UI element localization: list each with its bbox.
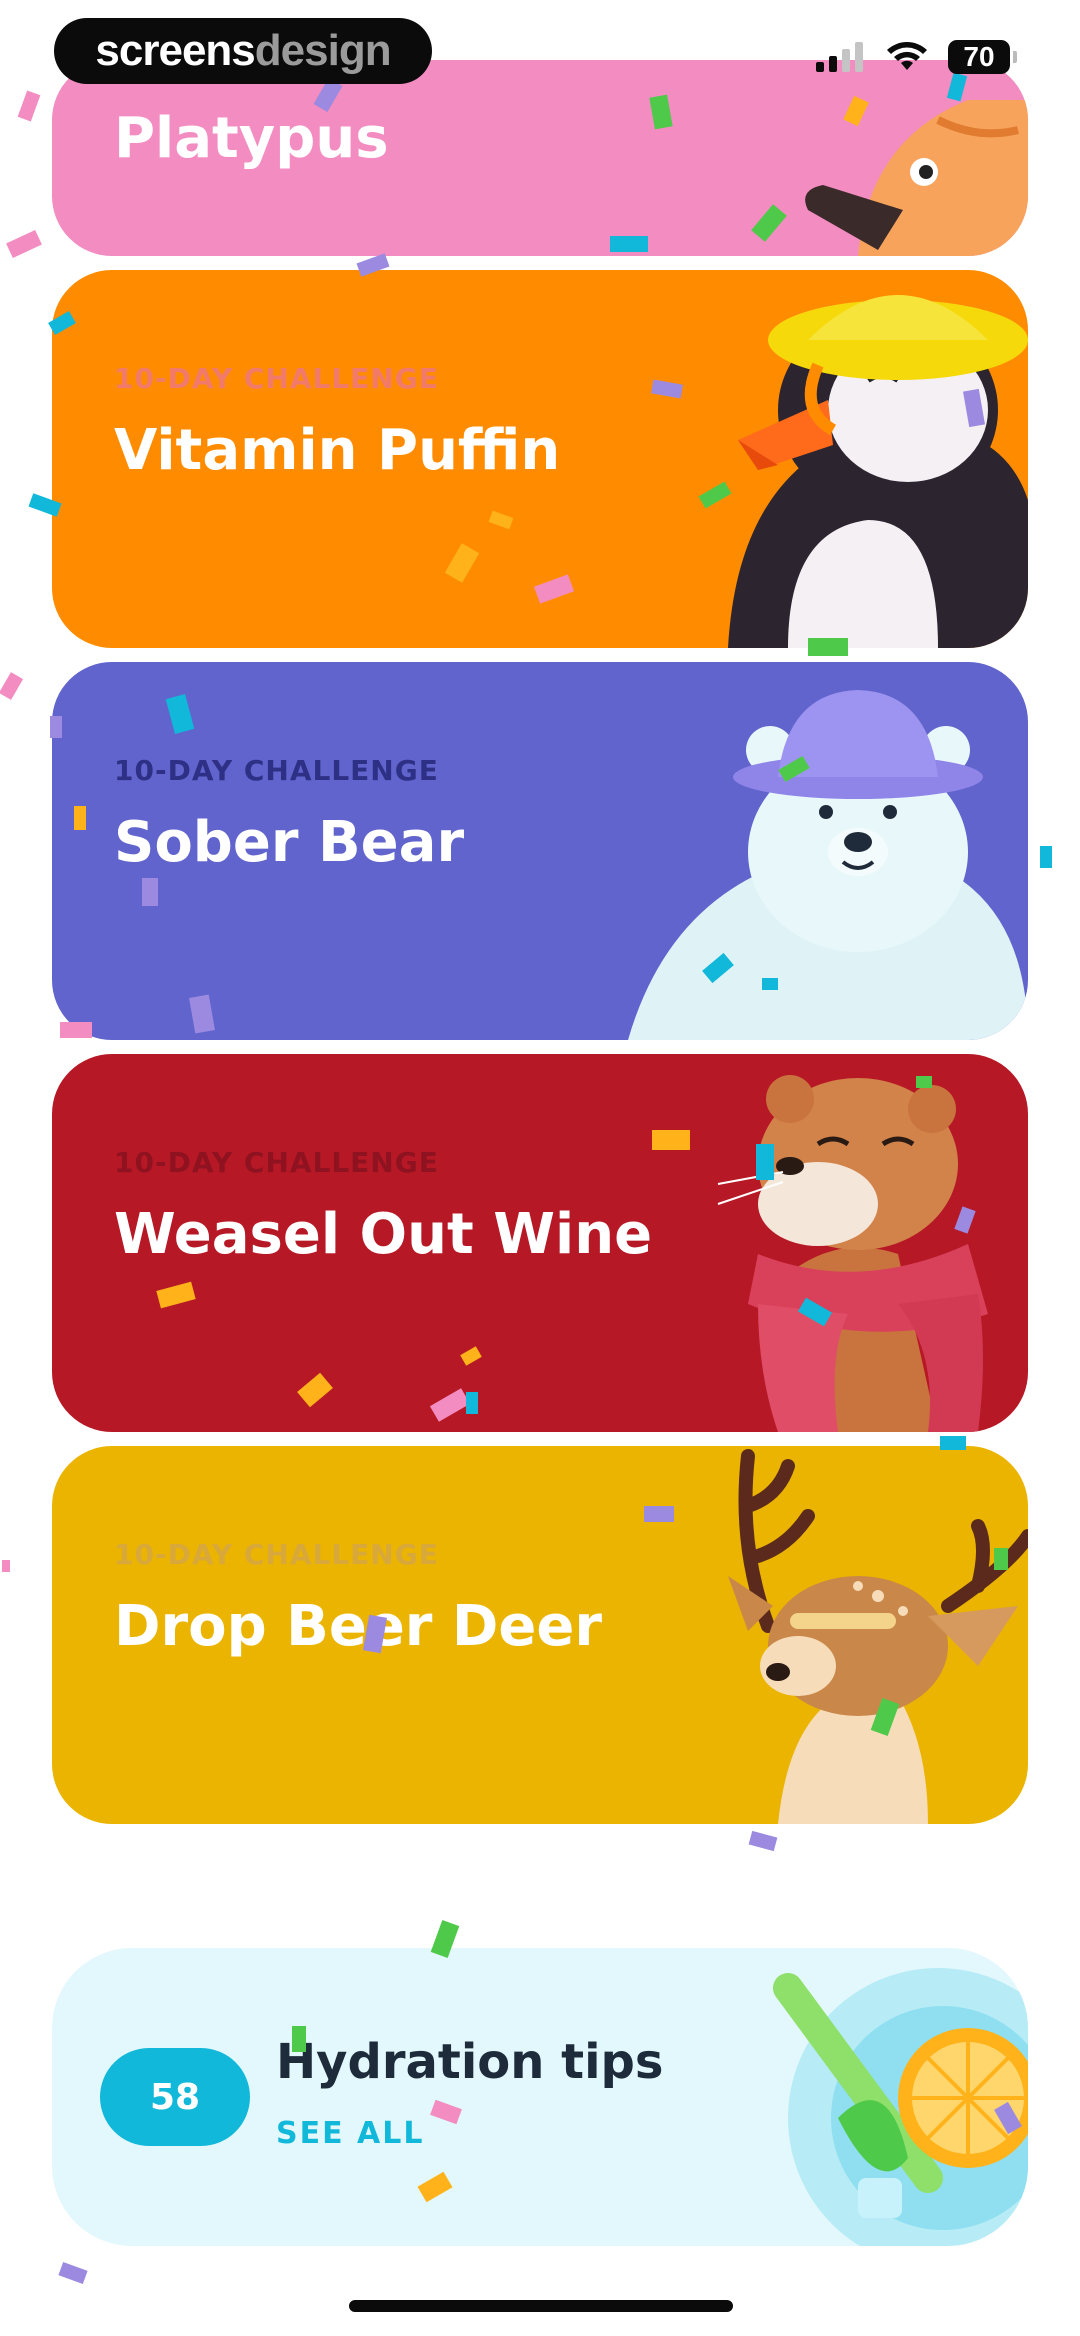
status-icons: 70 [816, 40, 1017, 74]
brand-text-primary: screens [95, 26, 255, 75]
card-title: Vitamin Puffin [114, 418, 561, 483]
see-all-link[interactable]: SEE ALL [276, 2116, 425, 2151]
card-title: Platypus [114, 106, 389, 171]
tips-count-badge: 58 [100, 2048, 250, 2146]
card-eyebrow: 10-DAY CHALLENGE [114, 754, 439, 787]
hydration-tips-card[interactable]: 58 Hydration tips SEE ALL [52, 1948, 1028, 2246]
weasel-illustration [717, 1075, 988, 1432]
brand-logo: screens design [54, 18, 432, 84]
puffin-illustration [728, 295, 1028, 648]
battery-level: 70 [963, 41, 995, 72]
bear-illustration [628, 690, 1028, 1040]
card-title: Drop Beer Deer [114, 1594, 602, 1659]
wifi-icon [887, 42, 927, 70]
status-bar: screens design 70 [0, 0, 1080, 110]
signal-icon [816, 42, 863, 72]
brand-text-secondary: design [254, 26, 392, 75]
battery-icon: 70 [948, 40, 1017, 74]
card-title: Sober Bear [114, 810, 465, 875]
challenge-card-drop-beer-deer[interactable]: 10-DAY CHALLENGE Drop Beer Deer [52, 1446, 1028, 1824]
card-eyebrow: 10-DAY CHALLENGE [114, 1538, 439, 1571]
challenge-card-vitamin-puffin[interactable]: 10-DAY CHALLENGE Vitamin Puffin [52, 270, 1028, 648]
challenge-card-weasel-out-wine[interactable]: 10-DAY CHALLENGE Weasel Out Wine [52, 1054, 1028, 1432]
drink-illustration [773, 1968, 1028, 2246]
card-eyebrow: 10-DAY CHALLENGE [114, 362, 439, 395]
home-indicator[interactable] [349, 2300, 733, 2312]
card-eyebrow: 10-DAY CHALLENGE [114, 1146, 439, 1179]
challenge-card-sober-bear[interactable]: 10-DAY CHALLENGE Sober Bear [52, 662, 1028, 1040]
card-title: Weasel Out Wine [114, 1202, 653, 1267]
deer-illustration [728, 1449, 1028, 1824]
hydration-title: Hydration tips [276, 2034, 664, 2090]
